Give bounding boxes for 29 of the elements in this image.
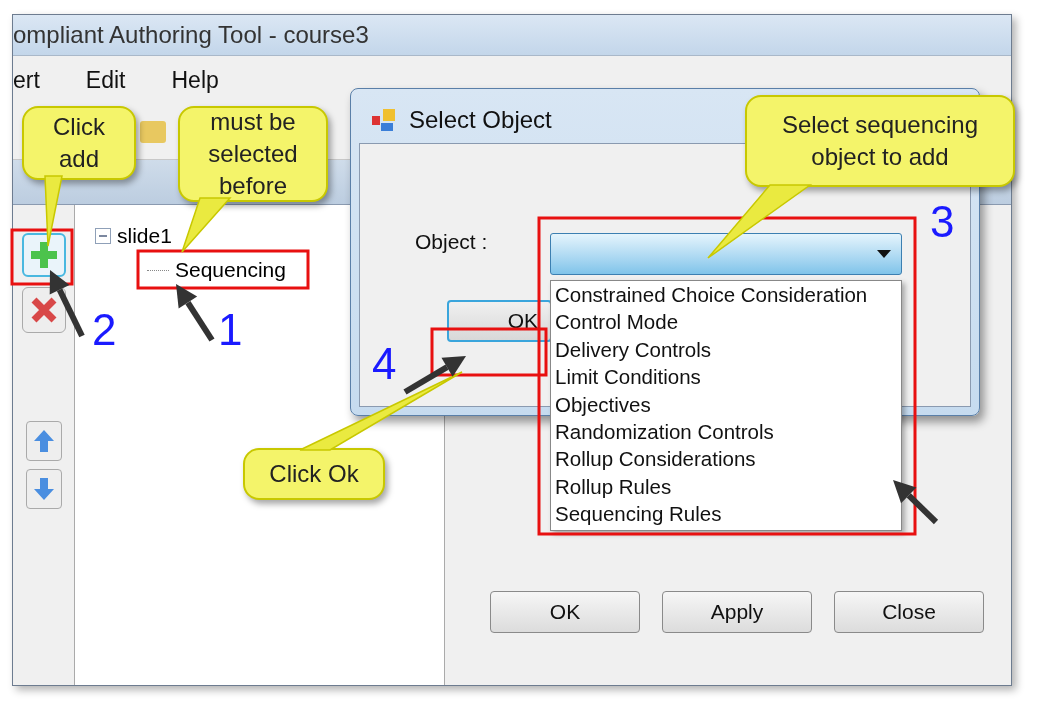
- callout: Click add: [22, 106, 136, 180]
- step-number: 3: [930, 198, 955, 246]
- dropdown-option[interactable]: Constrained Choice Consideration: [551, 281, 901, 309]
- tree-item[interactable]: slide1: [115, 220, 174, 252]
- step-number: 1: [218, 306, 243, 354]
- callout: Select sequencing object to add: [745, 95, 1015, 187]
- menu-item[interactable]: Edit: [85, 63, 126, 98]
- ok-button[interactable]: OK: [447, 299, 552, 342]
- dropdown-option[interactable]: Sequencing Rules: [551, 500, 901, 528]
- menu-item[interactable]: Help: [171, 63, 219, 98]
- callout: Click Ok: [243, 448, 385, 500]
- tree-item[interactable]: Sequencing: [173, 254, 288, 286]
- field-label: Object :: [415, 229, 488, 255]
- step-number: 4: [372, 340, 397, 388]
- window-title: ompliant Authoring Tool - course3: [13, 20, 369, 50]
- callout: must be selected before: [178, 106, 328, 202]
- dialog-button[interactable]: Close: [834, 591, 984, 633]
- dialog-button[interactable]: Apply: [662, 591, 812, 633]
- step-number: 2: [92, 306, 117, 354]
- dropdown-option[interactable]: Limit Conditions: [551, 363, 901, 391]
- dialog-button[interactable]: OK: [490, 591, 640, 633]
- menu-item[interactable]: ert: [13, 63, 40, 98]
- dialog-title: Select Object: [409, 105, 552, 135]
- dropdown-option[interactable]: Randomization Controls: [551, 418, 901, 446]
- dropdown-option[interactable]: Rollup Considerations: [551, 445, 901, 473]
- dropdown-option[interactable]: Objectives: [551, 390, 901, 419]
- dropdown-option[interactable]: Rollup Rules: [551, 472, 901, 501]
- dropdown-option[interactable]: Control Mode: [551, 308, 901, 336]
- dropdown-option[interactable]: Delivery Controls: [551, 335, 901, 364]
